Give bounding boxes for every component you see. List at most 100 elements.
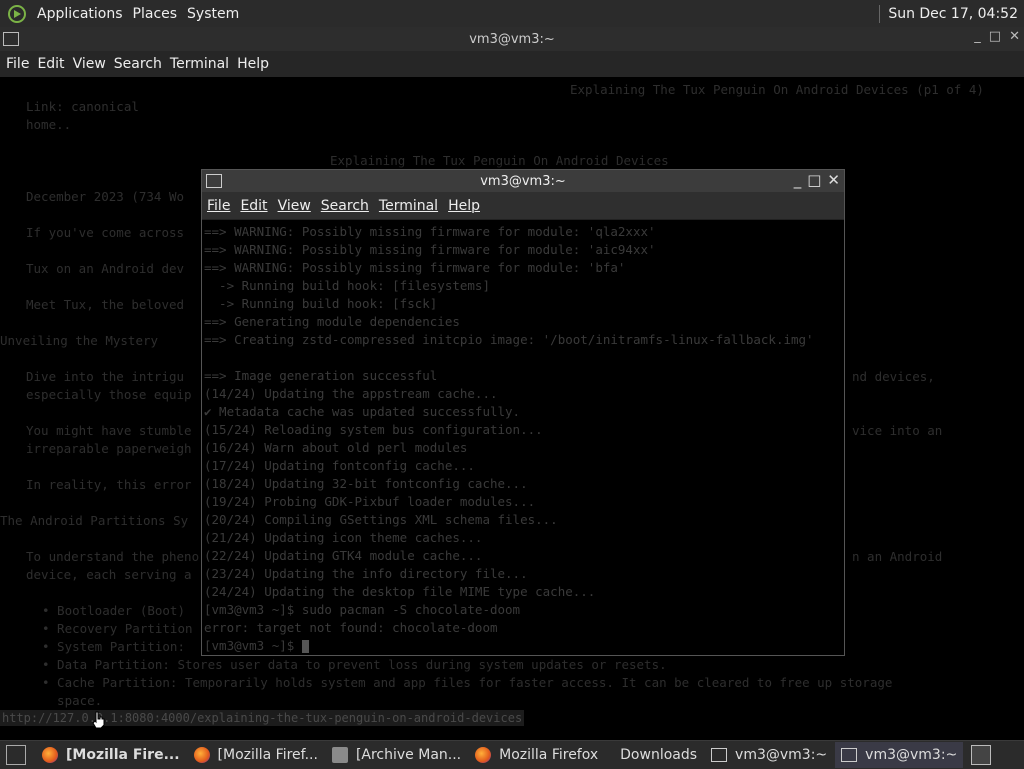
taskbar-item-label: [Mozilla Firef... — [217, 747, 318, 763]
text-line: If you've come across — [26, 225, 185, 240]
taskbar-item[interactable]: [Mozilla Fire... — [36, 742, 186, 768]
taskbar-item-label: vm3@vm3:~ — [865, 747, 958, 763]
menu-view[interactable]: View — [67, 56, 106, 72]
distro-logo-icon[interactable] — [6, 3, 28, 25]
terminal-line: ✔ Metadata cache was updated successfull… — [204, 404, 521, 419]
text-line: irreparable paperweigh — [26, 441, 192, 456]
text-line: n an Android — [852, 549, 943, 564]
menu-search[interactable]: Search — [108, 56, 162, 72]
terminal-line: [vm3@vm3 ~]$ — [204, 638, 309, 653]
firefox-icon — [193, 747, 210, 763]
firefox-icon — [42, 747, 58, 763]
close-button[interactable]: ✕ — [827, 171, 840, 189]
menu-edit[interactable]: Edit — [235, 198, 272, 214]
terminal-line: (23/24) Updating the info directory file… — [204, 566, 528, 581]
clock[interactable]: Sun Dec 17, 04:52 — [888, 6, 1024, 22]
text-line: nd devices, — [852, 369, 935, 384]
show-desktop-button[interactable] — [6, 745, 26, 765]
applications-menu[interactable]: Applications — [32, 6, 128, 22]
workspace-switcher[interactable] — [971, 745, 992, 765]
window-titlebar[interactable]: vm3@vm3:~ _ □ ✕ — [0, 27, 1024, 51]
terminal-line: error: target not found: chocolate-doom — [204, 620, 498, 635]
window-title: vm3@vm3:~ — [469, 31, 555, 47]
menu-file[interactable]: File — [0, 56, 29, 72]
terminal-line: ==> WARNING: Possibly missing firmware f… — [204, 260, 626, 275]
menu-view[interactable]: View — [273, 198, 316, 214]
terminal-icon — [206, 174, 222, 188]
taskbar-item[interactable]: vm3@vm3:~ — [835, 742, 964, 768]
terminal-line: ==> WARNING: Possibly missing firmware f… — [204, 242, 656, 257]
hand-cursor-icon — [92, 711, 105, 729]
window-title: vm3@vm3:~ — [480, 173, 566, 189]
terminal-line: (20/24) Compiling GSettings XML schema f… — [204, 512, 558, 527]
menu-terminal[interactable]: Terminal — [374, 198, 443, 214]
text-line: vice into an — [852, 423, 943, 438]
text-line: Dive into the intrigu — [26, 369, 185, 384]
taskbar-item-label: [Mozilla Fire... — [66, 747, 180, 763]
terminal-line: ==> Creating zstd-compressed initcpio im… — [204, 332, 814, 347]
taskbar-item-label: vm3@vm3:~ — [735, 747, 828, 763]
terminal-line: (17/24) Updating fontconfig cache... — [204, 458, 475, 473]
terminal-line: (19/24) Probing GDK-Pixbuf loader module… — [204, 494, 536, 509]
terminal-line: (14/24) Updating the appstream cache... — [204, 386, 498, 401]
foreground-terminal-window[interactable]: vm3@vm3:~ _ □ ✕ File Edit View Search Te… — [201, 169, 845, 656]
page-header: Explaining The Tux Penguin On Android De… — [570, 82, 984, 97]
text-line: Meet Tux, the beloved — [26, 297, 185, 312]
minimize-button[interactable]: _ — [794, 171, 802, 189]
terminal-line: (22/24) Updating GTK4 module cache... — [204, 548, 483, 563]
terminal-line: [vm3@vm3 ~]$ sudo pacman -S chocolate-do… — [204, 602, 521, 617]
text-line: To understand the pheno — [26, 549, 200, 564]
terminal-line: (16/24) Warn about old perl modules — [204, 440, 468, 455]
taskbar: [Mozilla Fire... [Mozilla Firef... [Archiv… — [0, 740, 1024, 769]
list-item: • Cache Partition: Temporarily holds sys… — [42, 675, 893, 690]
text-line[interactable]: home.. — [26, 117, 71, 132]
taskbar-item[interactable]: [Archive Man... — [326, 742, 467, 768]
terminal-line: (21/24) Updating icon theme caches... — [204, 530, 483, 545]
terminal-line: -> Running build hook: [fsck] — [204, 296, 438, 311]
list-item: • Bootloader (Boot) — [42, 603, 185, 618]
terminal-line: -> Running build hook: [filesystems] — [204, 278, 490, 293]
menu-help[interactable]: Help — [231, 56, 269, 72]
text-line: device, each serving a — [26, 567, 192, 582]
archive-icon — [331, 747, 348, 763]
taskbar-item[interactable]: Downloads — [606, 742, 703, 768]
terminal-line: (15/24) Reloading system bus configurati… — [204, 422, 543, 437]
terminal-output[interactable]: ==> WARNING: Possibly missing firmware f… — [202, 220, 844, 654]
minimize-button[interactable]: _ — [974, 29, 981, 44]
menu-search[interactable]: Search — [316, 198, 374, 214]
taskbar-item[interactable]: vm3@vm3:~ — [705, 742, 833, 768]
places-menu[interactable]: Places — [128, 6, 183, 22]
terminal-line: ==> WARNING: Possibly missing firmware f… — [204, 224, 656, 239]
terminal-icon — [841, 748, 858, 762]
article-title: Explaining The Tux Penguin On Android De… — [330, 153, 669, 168]
menubar: File Edit View Search Terminal Help — [0, 51, 1024, 77]
text-line: You might have stumble — [26, 423, 192, 438]
menu-file[interactable]: File — [202, 198, 235, 214]
status-url: http://127.0.0.1:8080:4000/explaining-th… — [0, 710, 525, 726]
window-titlebar[interactable]: vm3@vm3:~ _ □ ✕ — [202, 170, 844, 192]
text-line: In reality, this error — [26, 477, 192, 492]
list-item: • System Partition: — [42, 639, 185, 654]
menubar: File Edit View Search Terminal Help — [202, 192, 844, 220]
maximize-button[interactable]: □ — [807, 171, 821, 189]
taskbar-item-label: Mozilla Firefox — [499, 747, 599, 763]
taskbar-item[interactable]: Mozilla Firefox — [469, 742, 604, 768]
terminal-icon — [3, 32, 19, 46]
menu-terminal[interactable]: Terminal — [164, 56, 229, 72]
text-line: December 2023 (734 Wo — [26, 189, 185, 204]
menu-edit[interactable]: Edit — [31, 56, 64, 72]
terminal-line: (18/24) Updating 32-bit fontconfig cache… — [204, 476, 528, 491]
top-panel: Applications Places System Sun Dec 17, 0… — [0, 0, 1024, 28]
menu-help[interactable]: Help — [443, 198, 485, 214]
link-line[interactable]: Link: canonical — [26, 99, 139, 114]
section-heading: Unveiling the Mystery — [0, 333, 159, 348]
firefox-icon — [475, 747, 492, 763]
terminal-line: ==> Generating module dependencies — [204, 314, 460, 329]
taskbar-item[interactable]: [Mozilla Firef... — [188, 742, 324, 768]
close-button[interactable]: ✕ — [1009, 29, 1020, 44]
taskbar-item-label: Downloads — [620, 747, 698, 763]
maximize-button[interactable]: □ — [989, 29, 1001, 44]
text-line: Tux on an Android dev — [26, 261, 185, 276]
system-menu[interactable]: System — [182, 6, 244, 22]
list-item: • Recovery Partition — [42, 621, 193, 636]
